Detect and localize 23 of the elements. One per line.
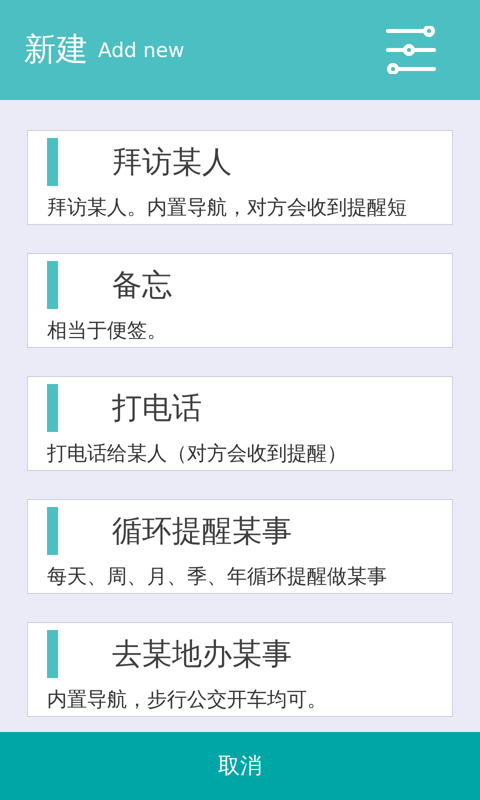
option-description: 内置导航，步行公交开车均可。 [47, 686, 328, 713]
option-card[interactable]: 打电话 打电话给某人（对方会收到提醒） [27, 376, 453, 471]
option-card[interactable]: 循环提醒某事 每天、周、月、季、年循环提醒做某事 [27, 499, 453, 594]
option-title: 备忘 [112, 266, 172, 304]
accent-bar [47, 138, 58, 186]
option-title: 打电话 [112, 390, 202, 428]
option-title: 循环提醒某事 [112, 512, 292, 550]
accent-bar [47, 507, 58, 555]
option-card[interactable]: 去某地办某事 内置导航，步行公交开车均可。 [27, 622, 453, 717]
option-description: 拜访某人。内置导航，对方会收到提醒短 [47, 194, 408, 221]
page-subtitle: Add new [98, 38, 186, 62]
option-description: 打电话给某人（对方会收到提醒） [47, 440, 348, 467]
settings-icon[interactable] [386, 26, 436, 74]
option-description: 相当于便签。 [47, 317, 168, 344]
option-title: 拜访某人 [112, 144, 232, 182]
option-title: 去某地办某事 [112, 636, 292, 674]
option-card[interactable]: 拜访某人 拜访某人。内置导航，对方会收到提醒短 [27, 130, 453, 225]
option-card[interactable]: 备忘 相当于便签。 [27, 253, 453, 348]
page-title: 新建 [24, 29, 88, 70]
accent-bar [47, 384, 58, 432]
accent-bar [47, 630, 58, 678]
option-description: 每天、周、月、季、年循环提醒做某事 [47, 563, 388, 590]
accent-bar [47, 261, 58, 309]
